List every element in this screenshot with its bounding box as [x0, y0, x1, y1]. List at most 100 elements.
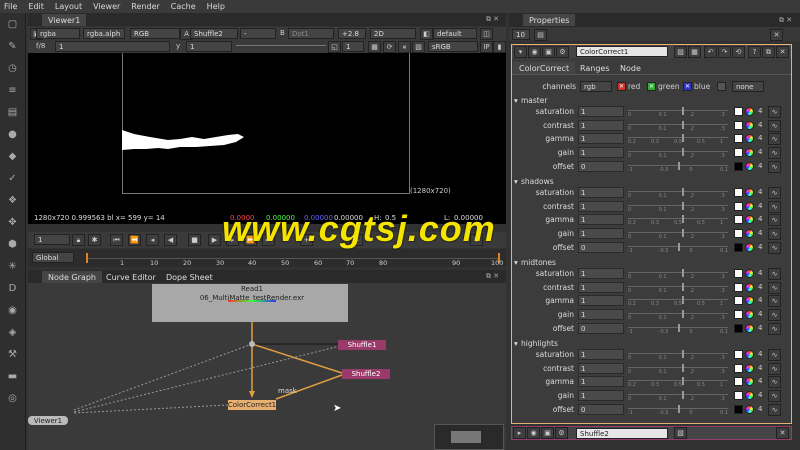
settings-icon-2[interactable]: ⚙	[556, 46, 569, 58]
channel-count-badge[interactable]: 4	[758, 377, 762, 385]
timeline[interactable]: Global 1 10 20 30 40 50 60 70 80 90 100	[28, 249, 506, 267]
step-back-icon[interactable]: ◂	[146, 234, 159, 246]
highlights-saturation-slider[interactable]: 0 0.1 .2 .3	[628, 349, 728, 361]
gain-field[interactable]: +2.8	[338, 28, 366, 39]
composite-select[interactable]: -	[240, 28, 276, 39]
color-swatch3-icon[interactable]: ▧	[674, 427, 687, 439]
slider-knob[interactable]	[682, 296, 684, 305]
play-icon[interactable]: ▶	[208, 234, 221, 246]
color-swatch-icon[interactable]	[734, 391, 743, 401]
input-icon[interactable]: ▣	[542, 46, 555, 58]
animation-curve-icon[interactable]: ∿	[768, 349, 781, 361]
color-swatch-icon[interactable]	[734, 148, 743, 158]
color-wheel-icon[interactable]	[745, 188, 754, 197]
midtones-gamma-slider[interactable]: 0.2 0.3 0.5 0.5 1	[628, 295, 728, 307]
master-saturation-slider[interactable]: 0 0.1 .2 .3	[628, 106, 728, 118]
metadata-icon[interactable]: ◈	[4, 325, 21, 339]
section-highlights[interactable]: highlights	[521, 339, 558, 348]
master-offset-slider[interactable]: -1 -0.5 0 0.1	[628, 161, 728, 173]
revert-icon[interactable]: ⟲	[732, 46, 745, 58]
highlights-offset-slider[interactable]: -1 -0.5 0 0.1	[628, 404, 728, 416]
animation-curve-icon[interactable]: ∿	[768, 147, 781, 160]
midtones-contrast-field[interactable]: 1	[578, 281, 624, 293]
slider-knob[interactable]	[682, 229, 684, 238]
overlay-icon[interactable]: ▧	[412, 41, 425, 53]
display-select[interactable]: sRGB	[428, 41, 478, 52]
highlights-gain-slider[interactable]: 0 0.1 .2 .3	[628, 390, 728, 402]
color-swatch-icon[interactable]	[734, 161, 743, 171]
collapse-icon[interactable]: ▾	[514, 46, 527, 58]
shadows-offset-field[interactable]: 0	[578, 241, 624, 253]
roi-icon[interactable]: ◱	[328, 41, 341, 53]
settings-icon-3[interactable]: ⚙	[555, 427, 568, 439]
sphere-icon[interactable]: ●	[4, 127, 21, 141]
tab-dope-sheet[interactable]: Dope Sheet	[160, 271, 219, 283]
highlights-gamma-field[interactable]: 1	[578, 376, 624, 388]
animation-curve-icon[interactable]: ∿	[768, 133, 781, 146]
animation-curve-icon[interactable]: ∿	[768, 106, 781, 118]
slider-knob[interactable]	[682, 201, 684, 210]
highlights-gain-field[interactable]: 1	[578, 390, 624, 402]
other-icon[interactable]: ▬	[4, 369, 21, 383]
color-swatch-icon[interactable]	[734, 310, 743, 320]
pointer-icon[interactable]: ▢	[4, 17, 21, 31]
refresh-icon[interactable]: ⟳	[383, 41, 396, 53]
channel-count-badge[interactable]: 4	[758, 188, 762, 196]
histogram-icon[interactable]: ▮	[493, 41, 506, 53]
color-wheel-icon[interactable]	[745, 363, 754, 373]
paint-icon[interactable]: ✎	[4, 39, 21, 53]
shadows-gain-slider[interactable]: 0 0.1 .2 .3	[628, 228, 728, 240]
color-icon[interactable]: ▤	[4, 105, 21, 119]
animation-curve-icon[interactable]: ∿	[768, 214, 781, 227]
animation-curve-icon[interactable]: ∿	[768, 268, 781, 280]
midtones-saturation-field[interactable]: 1	[578, 268, 624, 279]
slider-knob[interactable]	[682, 269, 684, 277]
cube-icon[interactable]: ⬢	[4, 237, 21, 251]
menu-file[interactable]: File	[4, 2, 17, 11]
wipe-icon[interactable]: ◫	[480, 28, 493, 40]
color-swatch-icon[interactable]	[734, 363, 743, 373]
color-swatch-icon[interactable]	[734, 107, 743, 116]
slider-knob[interactable]	[682, 120, 684, 129]
highlights-saturation-field[interactable]: 1	[578, 349, 624, 360]
shuffle2-node[interactable]: Shuffle2	[342, 369, 390, 379]
color-wheel-icon[interactable]	[745, 120, 754, 130]
animation-curve-icon[interactable]: ∿	[768, 309, 781, 322]
color-swatch-icon[interactable]	[734, 242, 743, 252]
b-input-select[interactable]: Dot1	[288, 28, 334, 39]
channel-count-badge[interactable]: 4	[758, 107, 762, 115]
master-gain-slider[interactable]: 0 0.1 .2 .3	[628, 147, 728, 159]
viewer-node[interactable]: Viewer1	[28, 416, 68, 425]
ip-icon[interactable]: IP	[480, 41, 493, 53]
undo-icon[interactable]: ↶	[704, 46, 717, 58]
master-contrast-field[interactable]: 1	[578, 119, 624, 131]
channel-count-badge[interactable]: 4	[758, 229, 762, 237]
frame-input[interactable]: 1	[34, 234, 70, 245]
tab-node-graph[interactable]: Node Graph	[42, 271, 102, 283]
grid-icon[interactable]: ▦	[368, 41, 381, 53]
master-offset-field[interactable]: 0	[578, 160, 624, 172]
help-icon[interactable]: ?	[748, 46, 761, 58]
expand-icon[interactable]: ▸	[513, 427, 526, 439]
color-wheel-icon[interactable]	[745, 242, 754, 252]
channel-count-badge[interactable]: 4	[758, 243, 762, 251]
master-gamma-field[interactable]: 1	[578, 133, 624, 145]
slider-knob[interactable]	[682, 282, 684, 291]
animation-curve-icon[interactable]: ∿	[768, 403, 781, 416]
master-gamma-slider[interactable]: 0.2 0.3 0.5 0.5 1	[628, 133, 728, 145]
play-back-icon[interactable]: ◀	[164, 234, 177, 246]
close-icon[interactable]: ✕	[776, 46, 789, 58]
lock-range-icon[interactable]: 🔒︎	[72, 234, 85, 246]
tab-properties[interactable]: Properties	[523, 14, 576, 26]
tab-ranges[interactable]: Ranges	[574, 62, 616, 74]
section-collapse-icon[interactable]: ▾	[514, 177, 518, 186]
zoom-field[interactable]: 1	[342, 41, 364, 52]
slider-knob[interactable]	[678, 161, 680, 170]
color-swatch-icon[interactable]	[734, 296, 743, 306]
channel-count-badge[interactable]: 4	[758, 405, 762, 413]
channel-count-badge[interactable]: 4	[758, 134, 762, 142]
color-swatch2-icon[interactable]: ▦	[688, 46, 701, 58]
shuffle1-node[interactable]: Shuffle1	[338, 340, 386, 350]
midtones-gain-field[interactable]: 1	[578, 309, 624, 321]
tab-node[interactable]: Node	[614, 62, 647, 74]
